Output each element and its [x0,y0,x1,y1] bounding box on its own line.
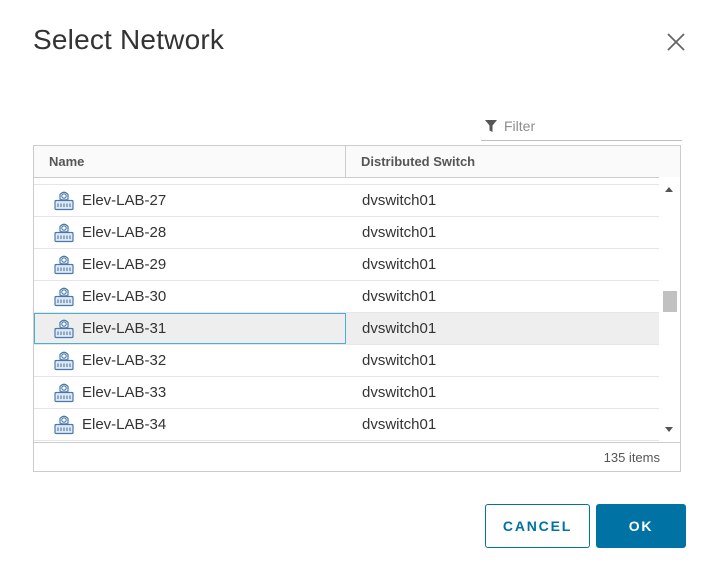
distributed-port-group-icon [53,255,75,275]
item-count: 135 items [603,449,660,465]
dialog-title: Select Network [33,24,225,55]
table-row[interactable]: Elev-LAB-30 dvswitch01 [34,281,659,313]
grid-body: Elev-LAB-27 dvswitch01 Elev-LAB-28 dvswitch… [34,177,659,442]
cell-name[interactable]: Elev-LAB-28 [34,217,346,248]
cell-distributed-switch[interactable]: dvswitch01 [346,217,436,248]
distributed-switch-name: dvswitch01 [362,192,437,209]
network-name: Elev-LAB-28 [82,224,167,241]
distributed-port-group-icon [53,191,75,211]
cell-distributed-switch[interactable]: dvswitch01 [346,185,436,216]
cell-name[interactable]: Elev-LAB-31 [34,313,346,344]
network-grid: Name Distributed Switch Elev-LAB-27 dvswi… [33,145,681,472]
table-row[interactable]: Elev-LAB-31 dvswitch01 [34,313,659,345]
cell-name[interactable]: Elev-LAB-29 [34,249,346,280]
column-header-distributed-switch[interactable]: Distributed Switch [346,146,475,177]
distributed-switch-name: dvswitch01 [362,384,437,401]
scroll-up-arrow-icon[interactable] [665,187,673,192]
grid-footer: 135 items [34,442,680,471]
cell-name[interactable]: Elev-LAB-33 [34,377,346,408]
network-name: Elev-LAB-29 [82,256,167,273]
grid-header: Name Distributed Switch [34,146,680,178]
cell-name[interactable]: Elev-LAB-32 [34,345,346,376]
distributed-port-group-icon [53,351,75,371]
distributed-switch-name: dvswitch01 [362,224,437,241]
distributed-port-group-icon [53,223,75,243]
cell-distributed-switch[interactable]: dvswitch01 [346,409,436,440]
vertical-scrollbar[interactable] [659,177,680,442]
cell-distributed-switch[interactable]: dvswitch01 [346,345,436,376]
scrollbar-thumb[interactable] [663,291,677,312]
table-row[interactable]: Elev-LAB-27 dvswitch01 [34,184,659,217]
column-header-name[interactable]: Name [34,146,346,177]
close-icon[interactable] [664,30,688,54]
network-name: Elev-LAB-32 [82,352,167,369]
distributed-switch-name: dvswitch01 [362,256,437,273]
cell-name[interactable]: Elev-LAB-34 [34,409,346,440]
filter-icon [485,120,497,132]
network-name: Elev-LAB-27 [82,192,167,209]
cell-distributed-switch[interactable]: dvswitch01 [346,249,436,280]
table-row[interactable]: Elev-LAB-28 dvswitch01 [34,217,659,249]
distributed-switch-name: dvswitch01 [362,288,437,305]
filter-box [481,112,682,141]
distributed-port-group-icon [53,319,75,339]
network-name: Elev-LAB-30 [82,288,167,305]
cell-name[interactable]: Elev-LAB-27 [34,185,346,216]
distributed-switch-name: dvswitch01 [362,416,437,433]
network-name: Elev-LAB-31 [82,320,167,337]
distributed-port-group-icon [53,383,75,403]
cancel-button[interactable]: CANCEL [485,504,590,548]
table-row[interactable]: Elev-LAB-32 dvswitch01 [34,345,659,377]
filter-input[interactable] [504,118,674,134]
distributed-port-group-icon [53,415,75,435]
table-row[interactable]: Elev-LAB-33 dvswitch01 [34,377,659,409]
network-name: Elev-LAB-33 [82,384,167,401]
ok-button[interactable]: OK [596,504,686,548]
cell-distributed-switch[interactable]: dvswitch01 [346,281,436,312]
distributed-port-group-icon [53,287,75,307]
cell-name[interactable]: Elev-LAB-30 [34,281,346,312]
network-name: Elev-LAB-34 [82,416,167,433]
grid-rows: Elev-LAB-27 dvswitch01 Elev-LAB-28 dvswitch… [34,184,659,441]
table-row[interactable]: Elev-LAB-29 dvswitch01 [34,249,659,281]
column-header-name-label: Name [49,154,85,169]
distributed-switch-name: dvswitch01 [362,320,437,337]
cell-distributed-switch[interactable]: dvswitch01 [346,313,436,344]
table-row[interactable]: Elev-LAB-34 dvswitch01 [34,409,659,441]
column-header-distributed-switch-label: Distributed Switch [361,154,476,169]
cell-distributed-switch[interactable]: dvswitch01 [346,377,436,408]
scroll-down-arrow-icon[interactable] [665,427,673,432]
distributed-switch-name: dvswitch01 [362,352,437,369]
